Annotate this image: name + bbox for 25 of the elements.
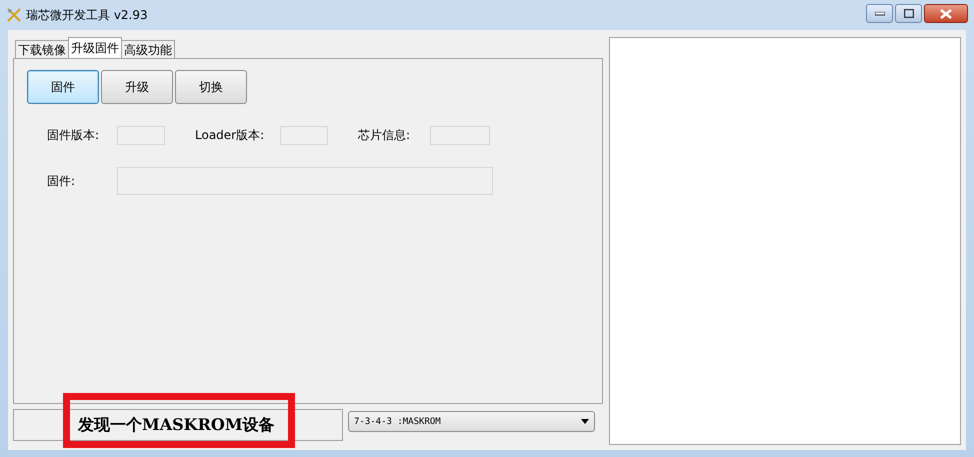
window-title: 瑞芯微开发工具 v2.93 xyxy=(26,6,148,24)
field-label: 固件: xyxy=(47,172,76,190)
toolbar-button[interactable]: 切换 xyxy=(175,70,247,104)
maximize-icon xyxy=(904,9,914,18)
toolbar-button[interactable]: 升级 xyxy=(101,70,173,104)
close-icon xyxy=(940,8,952,18)
input-field[interactable] xyxy=(117,167,493,195)
device-dropdown[interactable]: 7-3-4-3 :MASKROM xyxy=(348,411,595,432)
status-text: 发现一个MASKROM设备 xyxy=(78,414,275,436)
field-label: Loader版本: xyxy=(195,127,266,144)
close-button[interactable] xyxy=(924,4,968,23)
input-field[interactable] xyxy=(280,126,328,145)
app-icon xyxy=(6,7,22,23)
dropdown-caret-icon xyxy=(581,419,589,424)
toolbar-button[interactable]: 固件 xyxy=(27,70,99,104)
input-field[interactable] xyxy=(117,126,165,145)
maximize-button[interactable] xyxy=(895,4,922,23)
tab[interactable]: 高级功能 xyxy=(121,40,175,58)
field-label: 固件版本: xyxy=(47,127,100,144)
minimize-icon xyxy=(874,12,884,16)
tab[interactable]: 升级固件 xyxy=(68,37,122,58)
minimize-button[interactable] xyxy=(866,4,893,23)
tab[interactable]: 下载镜像 xyxy=(15,40,69,58)
input-field[interactable] xyxy=(430,126,490,145)
field-label: 芯片信息: xyxy=(358,127,412,144)
